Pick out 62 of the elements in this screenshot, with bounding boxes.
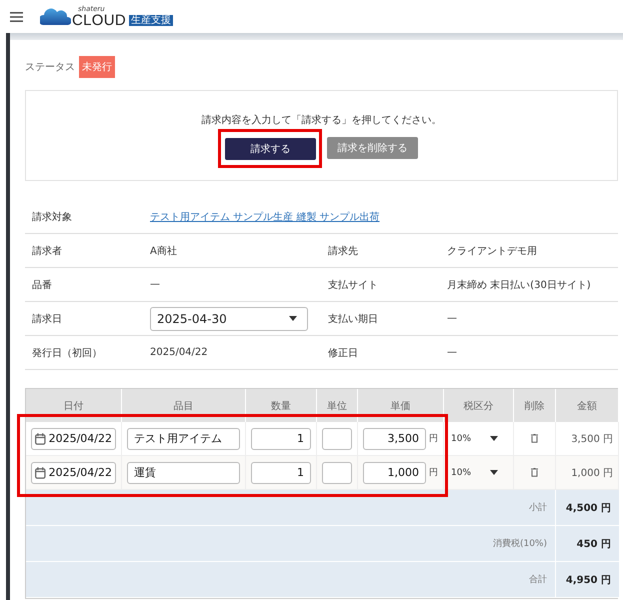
column-header: 税区分 <box>444 389 514 422</box>
request-button[interactable]: 請求する <box>225 138 316 160</box>
caret-icon <box>490 470 498 475</box>
currency-label: 円 <box>429 433 438 445</box>
amount-value: 3,500 円 <box>571 432 613 446</box>
cloud-logo-icon <box>40 8 71 25</box>
field-value: — <box>447 347 457 358</box>
unit-price-field[interactable]: 3,500 <box>363 428 426 450</box>
field-value: A商社 <box>150 246 177 256</box>
field-value: — <box>447 313 457 324</box>
field-value: クライアントデモ用 <box>447 246 537 256</box>
unit-price-field[interactable]: 1,000 <box>363 462 426 484</box>
field-label: 請求者 <box>32 244 63 258</box>
column-header: 金額 <box>556 389 619 422</box>
summary-label: 消費税(10%) <box>492 538 547 550</box>
column-header: 日付 <box>26 389 122 422</box>
field-label: 品番 <box>32 278 53 292</box>
date-field[interactable]: 2025/04/22 <box>31 428 116 450</box>
date-field[interactable]: 2025/04/22 <box>31 462 116 484</box>
field-label: 請求日 <box>32 312 63 326</box>
column-header: 品目 <box>122 389 246 422</box>
summary-label: 小計 <box>529 502 547 514</box>
date-select[interactable]: 2025-04-30 <box>150 306 308 330</box>
field-label: 請求先 <box>328 244 359 258</box>
trash-icon[interactable] <box>531 468 538 477</box>
logo-badge: 生産支援 <box>129 14 174 26</box>
status-label: ステータス <box>25 61 75 74</box>
field-label: 支払サイト <box>328 278 379 292</box>
status-badge: 未発行 <box>79 56 115 78</box>
field-value: 月末締め 末日払い(30日サイト) <box>447 280 591 290</box>
unit-field[interactable] <box>322 462 352 484</box>
field-value: — <box>150 279 160 290</box>
summary-label: 合計 <box>529 574 547 586</box>
summary-value: 450 円 <box>576 538 611 550</box>
summary-value: 4,500 円 <box>566 502 611 514</box>
trash-icon[interactable] <box>531 434 538 443</box>
item-field[interactable]: テスト用アイテム <box>127 428 240 450</box>
unit-field[interactable] <box>322 428 352 450</box>
tax-select[interactable]: 10% <box>449 434 508 444</box>
field-label: 請求対象 <box>32 210 73 224</box>
column-header: 単価 <box>358 389 444 422</box>
field-value: 2025/04/22 <box>150 347 208 358</box>
column-header: 単位 <box>317 389 358 422</box>
instruction-text: 請求内容を入力して「請求する」を押してください。 <box>202 114 442 127</box>
field-label: 支払い期日 <box>328 312 379 326</box>
calendar-icon <box>35 432 46 444</box>
calendar-icon <box>35 466 46 478</box>
caret-icon <box>490 436 498 441</box>
menu-icon[interactable] <box>10 12 23 22</box>
field-label: 修正日 <box>328 346 359 360</box>
column-header: 数量 <box>246 389 317 422</box>
caret-icon <box>289 316 297 321</box>
item-field[interactable]: 運賃 <box>127 462 240 484</box>
quantity-field[interactable]: 1 <box>251 428 311 450</box>
field-label: 発行日（初回） <box>32 346 103 360</box>
summary-value: 4,950 円 <box>566 574 611 586</box>
currency-label: 円 <box>429 467 438 479</box>
target-link[interactable]: テスト用アイテム サンプル生産 縫製 サンプル出荷 <box>150 212 380 222</box>
amount-value: 1,000 円 <box>571 466 613 480</box>
logo-wordmark: CLOUD <box>72 12 126 28</box>
column-header: 削除 <box>514 389 556 422</box>
quantity-field[interactable]: 1 <box>251 462 311 484</box>
